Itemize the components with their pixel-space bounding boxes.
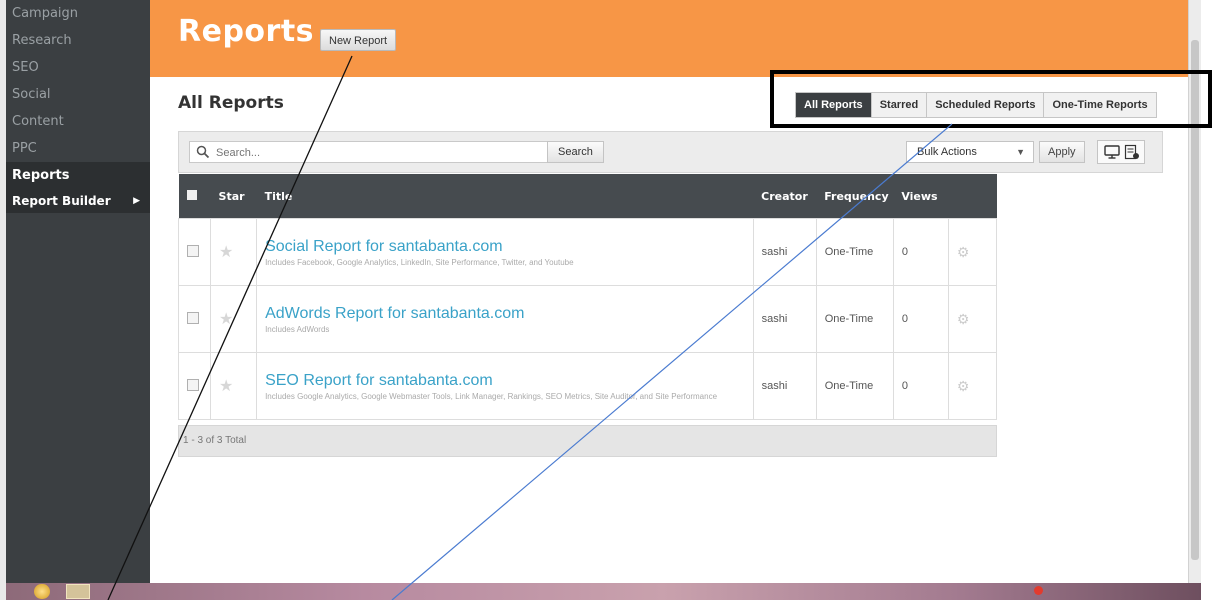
export-icon[interactable] [1124, 144, 1140, 160]
row-star-cell: ★ [210, 285, 258, 353]
table-row[interactable]: ★ SEO Report for santabanta.com Includes… [177, 352, 998, 420]
report-title-link[interactable]: SEO Report for santabanta.com [265, 372, 753, 390]
page-title: All Reports [178, 93, 284, 113]
row-select-cell [177, 218, 212, 286]
column-header-title[interactable]: Title [256, 174, 754, 219]
apply-button[interactable]: Apply [1039, 141, 1085, 163]
monitor-icon[interactable] [1104, 144, 1120, 160]
sidebar-item-campaign[interactable]: Campaign [6, 0, 150, 27]
sidebar-item-research[interactable]: Research [6, 27, 150, 54]
row-select-cell [177, 285, 212, 353]
row-title-cell: SEO Report for santabanta.com Includes G… [256, 352, 754, 420]
table-row[interactable]: ★ AdWords Report for santabanta.com Incl… [177, 285, 998, 353]
row-checkbox[interactable] [187, 378, 199, 391]
sidebar-item-ppc[interactable]: PPC [6, 135, 150, 162]
row-views-cell: 0 [892, 285, 949, 353]
row-creator-cell: sashi [752, 218, 817, 286]
row-views-cell: 0 [892, 352, 949, 420]
row-title-cell: AdWords Report for santabanta.com Includ… [256, 285, 754, 353]
row-title-cell: Social Report for santabanta.com Include… [256, 218, 754, 286]
row-actions-cell: ⚙ [947, 218, 998, 286]
start-icon[interactable] [34, 584, 50, 599]
star-icon[interactable]: ★ [219, 244, 233, 261]
system-tray [1034, 585, 1194, 598]
row-star-cell: ★ [210, 352, 258, 420]
sidebar: Campaign Research SEO Social Content PPC… [6, 0, 150, 583]
sidebar-sub-label: Report Builder [12, 194, 111, 208]
search-icon [196, 145, 210, 159]
table-row[interactable]: ★ Social Report for santabanta.com Inclu… [177, 218, 998, 286]
row-star-cell: ★ [210, 218, 258, 286]
row-select-cell [177, 352, 212, 420]
row-frequency-cell: One-Time [815, 218, 894, 286]
annotation-highlight-box [770, 70, 1212, 128]
row-frequency-cell: One-Time [815, 352, 894, 420]
row-creator-cell: sashi [752, 352, 817, 420]
sidebar-item-reports[interactable]: Reports [6, 162, 150, 189]
search-button[interactable]: Search [547, 141, 604, 163]
report-description: Includes AdWords [265, 324, 330, 334]
reports-table: Star Title Creator Frequency Views ★ Soc… [177, 174, 998, 420]
sidebar-item-report-builder[interactable]: Report Builder ▶ [6, 189, 150, 213]
row-frequency-cell: One-Time [815, 285, 894, 353]
row-actions-cell: ⚙ [947, 352, 998, 420]
column-header-views[interactable]: Views [893, 174, 949, 219]
page-header: Reports New Report [150, 0, 1188, 77]
row-views-cell: 0 [892, 218, 949, 286]
report-title-link[interactable]: AdWords Report for santabanta.com [265, 305, 753, 323]
column-header-creator[interactable]: Creator [753, 174, 817, 219]
gear-icon[interactable]: ⚙ [957, 311, 970, 327]
view-toggle-group [1097, 140, 1145, 164]
os-taskbar [6, 583, 1201, 600]
new-report-button[interactable]: New Report [320, 29, 397, 51]
report-description: Includes Google Analytics, Google Webmas… [265, 391, 718, 401]
star-icon[interactable]: ★ [219, 311, 233, 328]
table-header-row: Star Title Creator Frequency Views [178, 174, 997, 219]
column-header-actions [948, 174, 997, 219]
select-all-header[interactable] [178, 174, 211, 219]
bulk-actions-label: Bulk Actions [917, 146, 977, 158]
select-all-checkbox[interactable] [186, 189, 197, 200]
bulk-actions-select[interactable]: Bulk Actions ▼ [906, 141, 1034, 163]
page-header-title: Reports [178, 14, 315, 49]
column-header-star[interactable]: Star [210, 174, 257, 219]
report-title-link[interactable]: Social Report for santabanta.com [265, 238, 753, 256]
row-actions-cell: ⚙ [947, 285, 998, 353]
sidebar-item-content[interactable]: Content [6, 108, 150, 135]
alert-icon[interactable] [1034, 586, 1043, 596]
row-checkbox[interactable] [187, 311, 199, 324]
star-icon[interactable]: ★ [219, 378, 233, 395]
table-pagination-summary: 1 - 3 of 3 Total [178, 425, 997, 457]
row-checkbox[interactable] [187, 244, 199, 257]
sidebar-item-social[interactable]: Social [6, 81, 150, 108]
column-header-frequency[interactable]: Frequency [816, 174, 894, 219]
gear-icon[interactable]: ⚙ [957, 378, 970, 394]
sidebar-item-seo[interactable]: SEO [6, 54, 150, 81]
chevron-right-icon: ▶ [133, 196, 140, 206]
row-creator-cell: sashi [752, 285, 817, 353]
search-input[interactable] [214, 144, 548, 162]
report-toolbar: Search Bulk Actions ▼ Apply [178, 131, 1163, 173]
gear-icon[interactable]: ⚙ [957, 244, 970, 260]
folder-icon[interactable] [66, 584, 90, 599]
chevron-down-icon: ▼ [1016, 147, 1025, 157]
report-description: Includes Facebook, Google Analytics, Lin… [265, 257, 574, 267]
search-box[interactable] [189, 141, 557, 163]
